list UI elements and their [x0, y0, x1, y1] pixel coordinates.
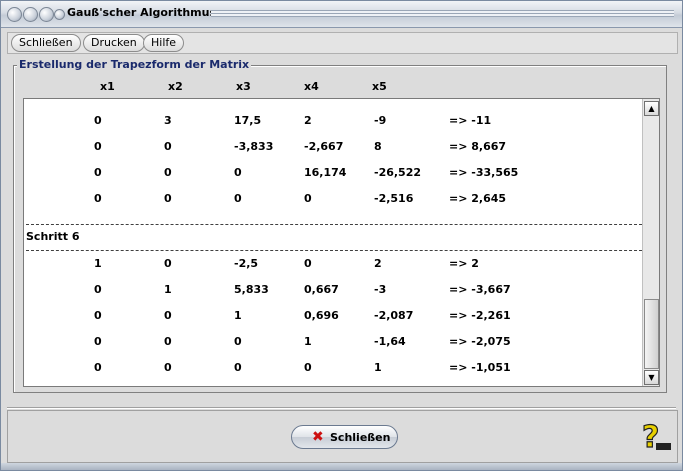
column-header-x4: x4: [304, 80, 319, 93]
step-divider-bottom: [26, 250, 642, 251]
matrix-cell: 0: [94, 361, 102, 374]
matrix-result-cell: => -33,565: [449, 166, 519, 179]
column-header-x5: x5: [372, 80, 387, 93]
matrix-result-cell: => -1,051: [449, 361, 511, 374]
matrix-cell: 0: [234, 192, 242, 205]
matrix-cell: 5,833: [234, 283, 269, 296]
matrix-cell: 0: [164, 309, 172, 322]
scroll-up-icon[interactable]: ▲: [644, 101, 659, 116]
menu-drucken[interactable]: Drucken: [83, 34, 145, 52]
matrix-cell: -2,667: [304, 140, 344, 153]
matrix-cell: 8: [374, 140, 382, 153]
vertical-scrollbar[interactable]: ▲ ▼: [642, 99, 659, 386]
main-window: Gauß'scher Algorithmus Schließen Drucken…: [0, 0, 683, 471]
matrix-cell: 16,174: [304, 166, 347, 179]
matrix-result-cell: => -2,075: [449, 335, 511, 348]
matrix-cell: 0: [304, 257, 312, 270]
window-minimize-icon[interactable]: [23, 7, 38, 22]
matrix-cell: 0: [164, 166, 172, 179]
matrix-cell: 0: [234, 335, 242, 348]
matrix-cell: 0: [94, 140, 102, 153]
matrix-cell: 0,667: [304, 283, 339, 296]
matrix-cell: 0: [94, 166, 102, 179]
matrix-cell: 1: [304, 335, 312, 348]
matrix-cell: 0: [304, 192, 312, 205]
menu-hilfe[interactable]: Hilfe: [143, 34, 185, 52]
matrix-cell: 0: [164, 361, 172, 374]
matrix-cell: 0: [94, 283, 102, 296]
matrix-result-cell: => -2,261: [449, 309, 511, 322]
matrix-cell: -1,64: [374, 335, 406, 348]
close-button[interactable]: ✖ Schließen: [291, 425, 398, 449]
matrix-cell: -2,087: [374, 309, 414, 322]
matrix-cell: 0: [164, 257, 172, 270]
matrix-cell: 0: [94, 192, 102, 205]
close-x-icon: ✖: [312, 429, 324, 445]
title-bar[interactable]: Gauß'scher Algorithmus: [1, 1, 682, 28]
matrix-cell: 3: [164, 114, 172, 127]
matrix-cell: -2,516: [374, 192, 414, 205]
step-label: Schritt 6: [26, 230, 80, 243]
matrix-cell: -9: [374, 114, 387, 127]
column-header-x2: x2: [168, 80, 183, 93]
column-header-x1: x1: [100, 80, 115, 93]
matrix-output-panel[interactable]: 0 3 17,5 2 -9 => -11 0 0 -3,833 -2,667 8 => 8,667 0 0…: [23, 98, 660, 387]
matrix-cell: -26,522: [374, 166, 422, 179]
matrix-cell: 0: [164, 192, 172, 205]
matrix-cell: 0: [234, 166, 242, 179]
matrix-result-cell: => 2: [449, 257, 479, 270]
matrix-cell: 0: [94, 309, 102, 322]
window-title: Gauß'scher Algorithmus: [67, 6, 217, 19]
matrix-cell: 0: [164, 335, 172, 348]
window-bottom-edge: [1, 463, 682, 470]
matrix-cell: 1: [164, 283, 172, 296]
matrix-cell: 1: [234, 309, 242, 322]
matrix-cell: 0: [304, 361, 312, 374]
scroll-thumb[interactable]: [644, 299, 659, 369]
matrix-cell: 1: [374, 361, 382, 374]
matrix-result-cell: => 8,667: [449, 140, 507, 153]
matrix-cell: 17,5: [234, 114, 262, 127]
matrix-result-cell: => -3,667: [449, 283, 511, 296]
step-divider-top: [26, 224, 642, 225]
close-button-label: Schließen: [330, 431, 391, 444]
matrix-cell: 0: [94, 114, 102, 127]
matrix-cell: 1: [94, 257, 102, 270]
bottom-separator: [7, 407, 676, 409]
matrix-result-cell: => -11: [449, 114, 492, 127]
column-header-x3: x3: [236, 80, 251, 93]
matrix-cell: 0: [234, 361, 242, 374]
matrix-cell: 2: [374, 257, 382, 270]
matrix-cell: -3,833: [234, 140, 274, 153]
scroll-down-icon[interactable]: ▼: [644, 370, 659, 385]
menu-schliessen[interactable]: Schließen: [11, 34, 81, 52]
matrix-cell: 0: [164, 140, 172, 153]
window-maximize-icon[interactable]: [39, 7, 54, 22]
group-title: Erstellung der Trapezform der Matrix: [17, 58, 252, 71]
window-close-icon[interactable]: [7, 7, 22, 22]
help-question-icon[interactable]: ?: [639, 419, 673, 453]
menu-bar: Schließen Drucken Hilfe: [7, 32, 678, 54]
matrix-cell: 2: [304, 114, 312, 127]
matrix-cell: -2,5: [234, 257, 259, 270]
matrix-result-cell: => 2,645: [449, 192, 507, 205]
matrix-cell: 0: [94, 335, 102, 348]
title-groove: [211, 10, 674, 17]
window-menu-icon[interactable]: [54, 9, 65, 20]
matrix-cell: -3: [374, 283, 387, 296]
matrix-cell: 0,696: [304, 309, 339, 322]
